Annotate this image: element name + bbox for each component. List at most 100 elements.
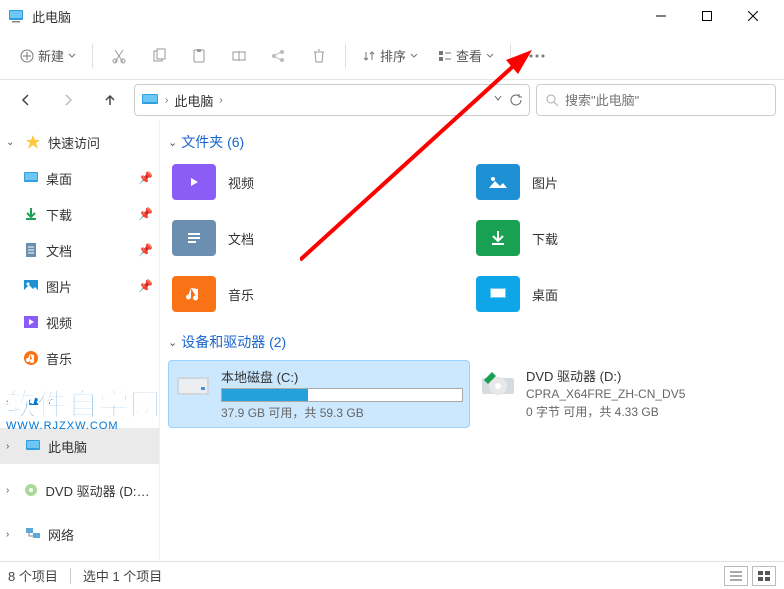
sidebar-item-quick-access[interactable]: ⌄ 快速访问 [0, 124, 159, 160]
sidebar-item-label: 视频 [46, 313, 72, 332]
music-icon [22, 349, 40, 367]
separator [510, 44, 511, 68]
details-icon [730, 571, 742, 581]
sidebar-item-label: 网络 [48, 525, 74, 544]
arrow-up-icon [102, 92, 118, 108]
cut-icon [111, 48, 127, 64]
drive-capacity-bar [221, 388, 463, 402]
copy-button[interactable] [141, 38, 177, 74]
folder-label: 视频 [228, 173, 254, 192]
arrow-right-icon [60, 92, 76, 108]
drive-grid: 本地磁盘 (C:) 37.9 GB 可用，共 59.3 GB DVD 驱动器 (… [160, 356, 784, 432]
view-tiles-button[interactable] [752, 566, 776, 586]
drive-icon [175, 367, 211, 403]
sidebar-item-dvd[interactable]: › DVD 驱动器 (D:) CP [0, 472, 159, 508]
minimize-button[interactable] [638, 0, 684, 32]
plus-circle-icon [20, 49, 34, 63]
nav-forward-button[interactable] [50, 84, 86, 116]
sidebar-item-label: 文档 [46, 241, 72, 260]
search-box[interactable] [536, 84, 776, 116]
sidebar-item-pictures[interactable]: 图片 📌 [0, 268, 159, 304]
document-icon [22, 241, 40, 259]
sidebar-item-onedrive[interactable]: › O. [0, 384, 159, 420]
folder-videos[interactable]: 视频 [168, 160, 472, 204]
video-icon [22, 313, 40, 331]
status-selected-count: 选中 1 个项目 [83, 566, 162, 585]
desktop-folder-icon [486, 284, 510, 304]
sidebar-item-downloads[interactable]: 下载 📌 [0, 196, 159, 232]
separator [92, 44, 93, 68]
folder-downloads[interactable]: 下载 [472, 216, 776, 260]
picture-folder-icon [486, 172, 510, 192]
folder-label: 下载 [532, 229, 558, 248]
breadcrumb[interactable]: › 此电脑 › [134, 84, 530, 116]
paste-button[interactable] [181, 38, 217, 74]
chevron-right-icon: › [6, 529, 18, 540]
separator [70, 568, 71, 584]
chevron-down-icon [410, 52, 418, 60]
star-icon [24, 133, 42, 151]
folder-desktop[interactable]: 桌面 [472, 272, 776, 316]
this-pc-icon [24, 437, 42, 455]
maximize-button[interactable] [684, 0, 730, 32]
breadcrumb-text[interactable]: 此电脑 [174, 91, 213, 110]
music-folder-icon [182, 284, 206, 304]
sidebar-item-music[interactable]: 音乐 [0, 340, 159, 376]
nav-back-button[interactable] [8, 84, 44, 116]
sidebar-item-network[interactable]: › 网络 [0, 516, 159, 552]
sidebar-item-this-pc[interactable]: › 此电脑 [0, 428, 159, 464]
copy-icon [151, 48, 167, 64]
drive-d[interactable]: DVD 驱动器 (D:) CPRA_X64FRE_ZH-CN_DV5 0 字节 … [474, 360, 776, 428]
folder-grid: 视频 图片 文档 下载 音乐 桌面 [160, 156, 784, 328]
navbar: › 此电脑 › [0, 80, 784, 120]
sort-icon [362, 49, 376, 63]
sidebar-item-desktop[interactable]: 桌面 📌 [0, 160, 159, 196]
share-button[interactable] [261, 38, 297, 74]
new-button[interactable]: 新建 [12, 38, 84, 74]
section-drives-header[interactable]: ⌄ 设备和驱动器 (2) [160, 328, 784, 356]
view-button[interactable]: 查看 [430, 38, 502, 74]
close-button[interactable] [730, 0, 776, 32]
drive-subtitle: CPRA_X64FRE_ZH-CN_DV5 [526, 387, 770, 401]
search-input[interactable] [565, 93, 767, 108]
network-icon [24, 525, 42, 543]
nav-up-button[interactable] [92, 84, 128, 116]
desktop-icon [22, 169, 40, 187]
folder-documents[interactable]: 文档 [168, 216, 472, 260]
arrow-left-icon [18, 92, 34, 108]
view-details-button[interactable] [724, 566, 748, 586]
rename-button[interactable] [221, 38, 257, 74]
more-button[interactable] [519, 38, 555, 74]
view-icon [438, 49, 452, 63]
cut-button[interactable] [101, 38, 137, 74]
sidebar-item-videos[interactable]: 视频 [0, 304, 159, 340]
refresh-icon[interactable] [509, 93, 523, 107]
delete-button[interactable] [301, 38, 337, 74]
sidebar-item-label: DVD 驱动器 (D:) CP [46, 481, 153, 500]
trash-icon [311, 48, 327, 64]
rename-icon [231, 48, 247, 64]
chevron-down-icon [486, 52, 494, 60]
body: ⌄ 快速访问 桌面 📌 下载 📌 文档 📌 图片 📌 视频 [0, 120, 784, 561]
chevron-right-icon: › [6, 441, 18, 452]
cloud-icon [24, 393, 42, 411]
chevron-down-icon[interactable] [493, 93, 503, 107]
pin-icon: 📌 [138, 279, 153, 293]
sort-button-label: 排序 [380, 46, 406, 65]
statusbar: 8 个项目 选中 1 个项目 [0, 561, 784, 589]
folder-music[interactable]: 音乐 [168, 272, 472, 316]
status-item-count: 8 个项目 [8, 566, 58, 585]
sidebar: ⌄ 快速访问 桌面 📌 下载 📌 文档 📌 图片 📌 视频 [0, 120, 160, 561]
folder-label: 图片 [532, 173, 558, 192]
chevron-down-icon [68, 52, 76, 60]
folder-pictures[interactable]: 图片 [472, 160, 776, 204]
sidebar-item-documents[interactable]: 文档 📌 [0, 232, 159, 268]
folder-label: 桌面 [532, 285, 558, 304]
sidebar-item-label: 下载 [46, 205, 72, 224]
section-folders-header[interactable]: ⌄ 文件夹 (6) [160, 128, 784, 156]
more-icon [529, 54, 545, 58]
download-icon [22, 205, 40, 223]
drive-c[interactable]: 本地磁盘 (C:) 37.9 GB 可用，共 59.3 GB [168, 360, 470, 428]
pin-icon: 📌 [138, 207, 153, 221]
sort-button[interactable]: 排序 [354, 38, 426, 74]
